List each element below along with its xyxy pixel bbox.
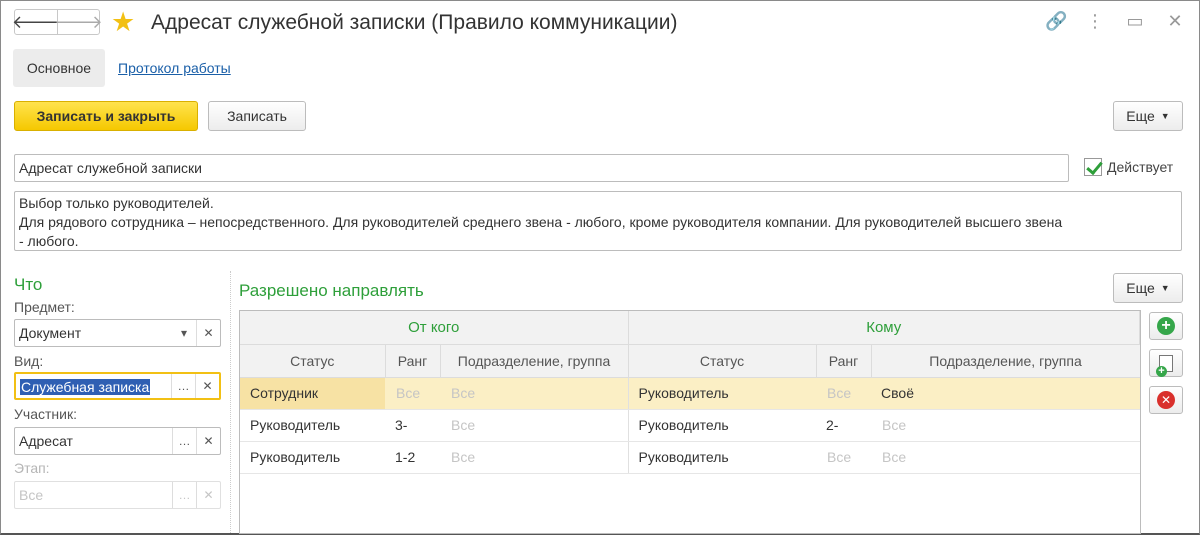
participant-field[interactable]: Адресат … ✕ xyxy=(14,427,221,455)
more-button-label: Еще xyxy=(1126,108,1155,124)
table-cell[interactable]: 2- xyxy=(816,409,872,442)
name-input[interactable]: Адресат служебной записки xyxy=(14,154,1069,182)
kind-field[interactable]: Служебная записка … ✕ xyxy=(14,372,221,400)
allowed-table[interactable]: От кого Кому Статус Ранг Подразделение, … xyxy=(239,310,1141,534)
table-cell[interactable]: Руководитель xyxy=(240,441,385,474)
column-header[interactable]: Ранг xyxy=(816,344,872,378)
stage-label: Этап: xyxy=(14,460,50,476)
caret-down-icon: ▼ xyxy=(1160,111,1170,121)
save-button[interactable]: Записать xyxy=(208,101,306,131)
stage-value: Все xyxy=(19,487,44,503)
arrow-right-icon: 🡒 xyxy=(54,11,103,32)
save-and-close-button[interactable]: Записать и закрыть xyxy=(14,101,198,131)
table-row[interactable]: Сотрудник Все Все Руководитель Все Своё xyxy=(240,377,1140,410)
window-title: Адресат служебной записки (Правило комму… xyxy=(151,11,678,34)
select-ellipsis-icon[interactable]: … xyxy=(171,374,195,398)
delete-icon: ✕ xyxy=(1157,391,1175,409)
navigation-buttons: 🡐 🡒 xyxy=(11,9,103,35)
table-cell[interactable]: Все xyxy=(440,441,629,474)
select-ellipsis-icon[interactable]: … xyxy=(172,428,196,454)
table-cell[interactable]: Все xyxy=(440,409,629,442)
select-ellipsis-icon: … xyxy=(172,482,196,508)
group-header-to: Кому xyxy=(628,311,1141,345)
add-row-button[interactable]: + xyxy=(1149,312,1183,340)
stage-field: Все … ✕ xyxy=(14,481,221,509)
column-header[interactable]: Подразделение, группа xyxy=(871,344,1140,378)
more-vertical-icon[interactable]: ⋮ xyxy=(1085,9,1105,33)
table-cell[interactable]: Руководитель xyxy=(628,377,817,410)
table-cell[interactable]: 3- xyxy=(385,409,440,442)
subject-field[interactable]: Документ ▾ ✕ xyxy=(14,319,221,347)
more-button[interactable]: Еще ▼ xyxy=(1113,101,1183,131)
back-button[interactable]: 🡐 xyxy=(11,10,61,34)
table-cell[interactable]: Сотрудник xyxy=(240,377,385,410)
caret-down-icon: ▼ xyxy=(1160,283,1170,293)
table-cell[interactable]: Руководитель xyxy=(240,409,385,442)
table-cell[interactable]: Все xyxy=(385,377,440,410)
participant-value[interactable]: Адресат xyxy=(15,428,172,454)
table-cell[interactable]: Все xyxy=(440,377,629,410)
subject-label: Предмет: xyxy=(14,299,75,315)
active-checkbox[interactable] xyxy=(1084,158,1102,176)
arrow-left-icon: 🡐 xyxy=(11,11,61,32)
forward-button[interactable]: 🡒 xyxy=(54,10,103,34)
column-header[interactable]: Статус xyxy=(240,344,386,378)
table-cell[interactable]: 1-2 xyxy=(385,441,440,474)
kind-value-text: Служебная записка xyxy=(20,379,151,395)
kind-value[interactable]: Служебная записка xyxy=(16,374,171,398)
panel-divider xyxy=(230,271,231,533)
table-cell[interactable]: Все xyxy=(871,409,1140,442)
table-cell[interactable]: Своё xyxy=(871,377,1140,410)
kind-label: Вид: xyxy=(14,353,44,369)
clear-icon: ✕ xyxy=(196,482,220,508)
column-header[interactable]: Ранг xyxy=(385,344,441,378)
description-line: - любого. xyxy=(19,233,79,249)
expand-icon[interactable]: ▭ xyxy=(1125,9,1145,33)
star-icon[interactable]: ★ xyxy=(111,7,135,37)
table-more-button[interactable]: Еще ▼ xyxy=(1113,273,1183,303)
table-cell[interactable]: Руководитель xyxy=(628,409,817,442)
column-header[interactable]: Подразделение, группа xyxy=(440,344,629,378)
group-header-from: От кого xyxy=(240,311,629,345)
table-row[interactable]: Руководитель 1-2 Все Руководитель Все Вс… xyxy=(240,441,1140,474)
table-row[interactable]: Руководитель 3- Все Руководитель 2- Все xyxy=(240,409,1140,442)
tab-log[interactable]: Протокол работы xyxy=(118,60,231,76)
title-bar-icons: 🔗 ⋮ ▭ ✕ xyxy=(1045,9,1185,33)
clear-icon[interactable]: ✕ xyxy=(195,374,219,398)
dropdown-icon[interactable]: ▾ xyxy=(172,320,196,346)
description-line: Выбор только руководителей. xyxy=(19,195,214,211)
what-section-title: Что xyxy=(14,275,43,294)
subject-value[interactable]: Документ xyxy=(15,320,172,346)
table-cell[interactable]: Все xyxy=(816,377,872,410)
allowed-section-title: Разрешено направлять xyxy=(239,281,424,300)
description-line: Для рядового сотрудника – непосредственн… xyxy=(19,214,1063,230)
copy-row-button[interactable] xyxy=(1149,349,1183,377)
tab-main[interactable]: Основное xyxy=(13,49,105,87)
table-more-label: Еще xyxy=(1126,280,1155,296)
clear-icon[interactable]: ✕ xyxy=(196,320,220,346)
participant-label: Участник: xyxy=(14,406,77,422)
table-cell[interactable]: Все xyxy=(871,441,1140,474)
table-cell[interactable]: Все xyxy=(816,441,872,474)
add-icon: + xyxy=(1157,317,1175,335)
link-icon[interactable]: 🔗 xyxy=(1045,9,1067,33)
description-textarea[interactable]: Выбор только руководителей. Для рядового… xyxy=(14,191,1182,251)
clear-icon[interactable]: ✕ xyxy=(196,428,220,454)
table-cell[interactable]: Руководитель xyxy=(628,441,817,474)
column-header[interactable]: Статус xyxy=(628,344,817,378)
window: 🡐 🡒 ★ Адресат служебной записки (Правило… xyxy=(0,0,1200,535)
active-checkbox-label: Действует xyxy=(1107,159,1174,175)
copy-icon xyxy=(1156,354,1173,377)
delete-row-button[interactable]: ✕ xyxy=(1149,386,1183,414)
close-icon[interactable]: ✕ xyxy=(1165,9,1185,33)
